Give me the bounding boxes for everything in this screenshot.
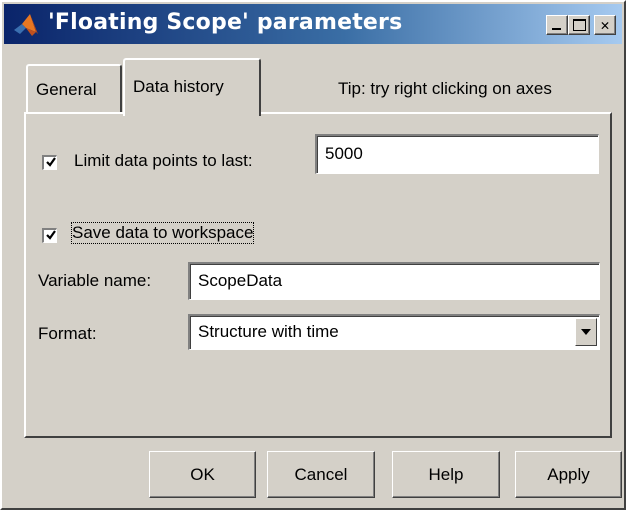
- close-icon: ✕: [600, 16, 610, 34]
- maximize-icon: [573, 19, 586, 31]
- variable-name-label: Variable name:: [38, 271, 152, 290]
- format-selected-value: Structure with time: [198, 322, 339, 341]
- help-button[interactable]: Help: [392, 451, 500, 498]
- variable-name-input[interactable]: ScopeData: [188, 262, 600, 300]
- checkmark-icon: [46, 157, 56, 167]
- tab-data-history[interactable]: Data history: [123, 58, 261, 116]
- save-workspace-checkbox[interactable]: [42, 228, 57, 243]
- minimize-button[interactable]: [546, 15, 568, 35]
- close-button[interactable]: ✕: [594, 15, 616, 35]
- window-title: 'Floating Scope' parameters: [48, 10, 403, 35]
- format-label: Format:: [38, 324, 97, 343]
- minimize-icon: [552, 28, 561, 30]
- ok-button[interactable]: OK: [149, 451, 256, 498]
- data-history-panel: Limit data points to last: 5000 Save dat…: [24, 112, 612, 438]
- save-workspace-label[interactable]: Save data to workspace: [70, 222, 255, 244]
- chevron-down-icon: [581, 329, 591, 335]
- maximize-button[interactable]: [568, 15, 590, 35]
- tab-general[interactable]: General: [26, 64, 122, 114]
- dialog-window: 'Floating Scope' parameters ✕ General Da…: [0, 0, 626, 510]
- cancel-button[interactable]: Cancel: [267, 451, 375, 498]
- checkmark-icon: [46, 230, 56, 240]
- dropdown-arrow-button[interactable]: [575, 318, 597, 346]
- apply-button[interactable]: Apply: [515, 451, 622, 498]
- limit-points-label: Limit data points to last:: [74, 151, 253, 170]
- matlab-logo-icon: [14, 14, 38, 36]
- title-bar[interactable]: 'Floating Scope' parameters ✕: [4, 4, 622, 44]
- tip-text: Tip: try right clicking on axes: [338, 79, 552, 98]
- limit-points-input[interactable]: 5000: [315, 134, 599, 174]
- format-dropdown[interactable]: Structure with time: [188, 314, 600, 350]
- limit-points-checkbox[interactable]: [42, 155, 57, 170]
